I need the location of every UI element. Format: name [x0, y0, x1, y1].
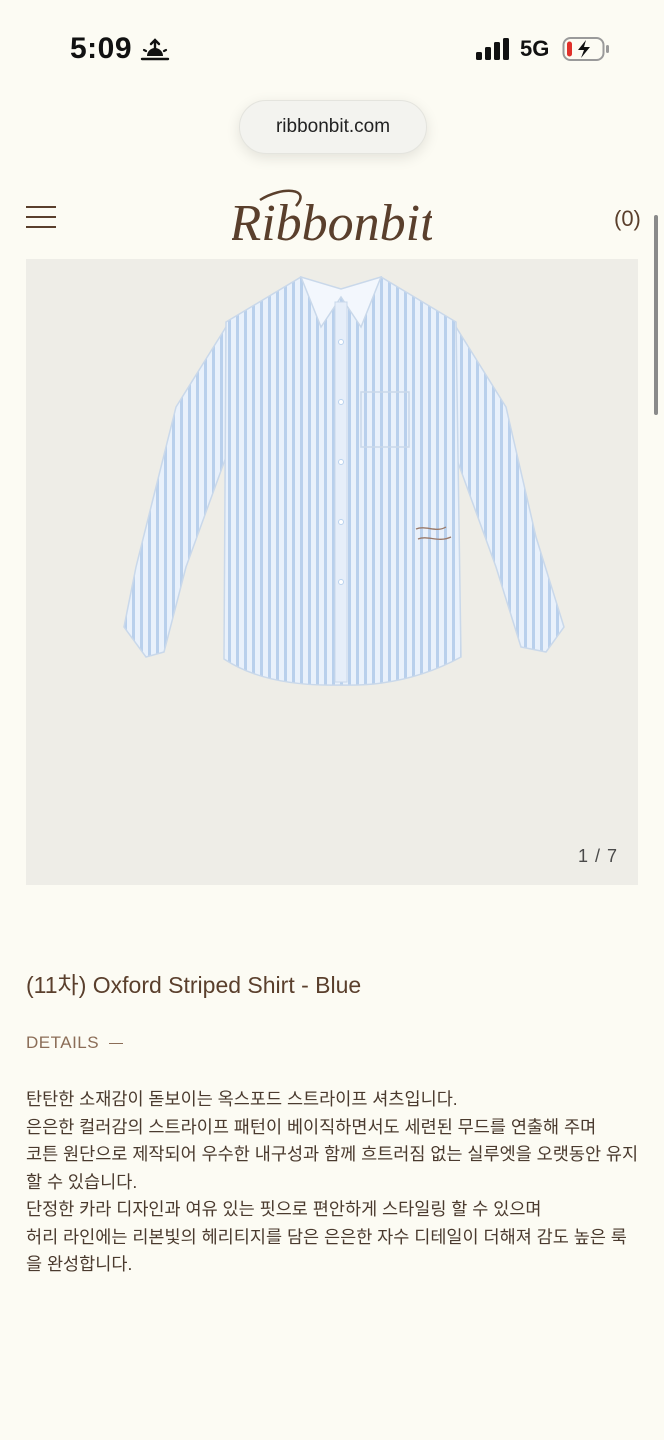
product-description: 탄탄한 소재감이 돋보이는 옥스포드 스트라이프 셔츠입니다. 은은한 컬러감의…: [26, 1086, 640, 1286]
ribbonbit-logo[interactable]: Ribbonbit: [232, 184, 432, 254]
image-counter: 1 / 7: [577, 846, 618, 866]
scrollbar[interactable]: [654, 215, 658, 415]
site-header: Ribbonbit (0): [0, 180, 664, 258]
shirt-image: [123, 275, 565, 686]
product-image-carousel[interactable]: 1 / 7: [26, 259, 638, 885]
description-line: 탄탄한 소재감이 돋보이는 옥스포드 스트라이프 셔츠입니다.: [26, 1089, 458, 1109]
cart-button[interactable]: (0): [614, 206, 641, 232]
status-bar: 5:09 5G: [0, 0, 664, 100]
hamburger-menu-icon[interactable]: [26, 206, 56, 230]
network-type: 5G: [520, 36, 550, 61]
details-label: DETAILS: [26, 1033, 100, 1052]
battery-icon: [562, 37, 609, 61]
collapse-dash-icon: [109, 1042, 124, 1044]
logo-text: Ribbonbit: [232, 195, 432, 252]
url-bar[interactable]: ribbonbit.com: [239, 100, 427, 154]
product-title: (11차) Oxford Striped Shirt - Blue: [26, 972, 362, 998]
sunrise-icon: [140, 38, 170, 61]
signal-icon: [476, 38, 509, 60]
description-line: 허리 라인에는 리본빛의 헤리티지를 담은 은은한 자수 디테일이 더해져 감도…: [26, 1226, 627, 1275]
status-time: 5:09: [70, 32, 133, 65]
description-line: 단정한 카라 디자인과 여유 있는 핏으로 편안하게 스타일링 할 수 있으며: [26, 1199, 542, 1219]
description-line: 은은한 컬러감의 스트라이프 패턴이 베이직하면서도 세련된 무드를 연출해 주…: [26, 1116, 597, 1137]
details-toggle[interactable]: DETAILS: [26, 1033, 124, 1053]
description-line: 코튼 원단으로 제작되어 우수한 내구성과 함께 흐트러짐 없는 실루엣을 오랫…: [26, 1144, 639, 1192]
